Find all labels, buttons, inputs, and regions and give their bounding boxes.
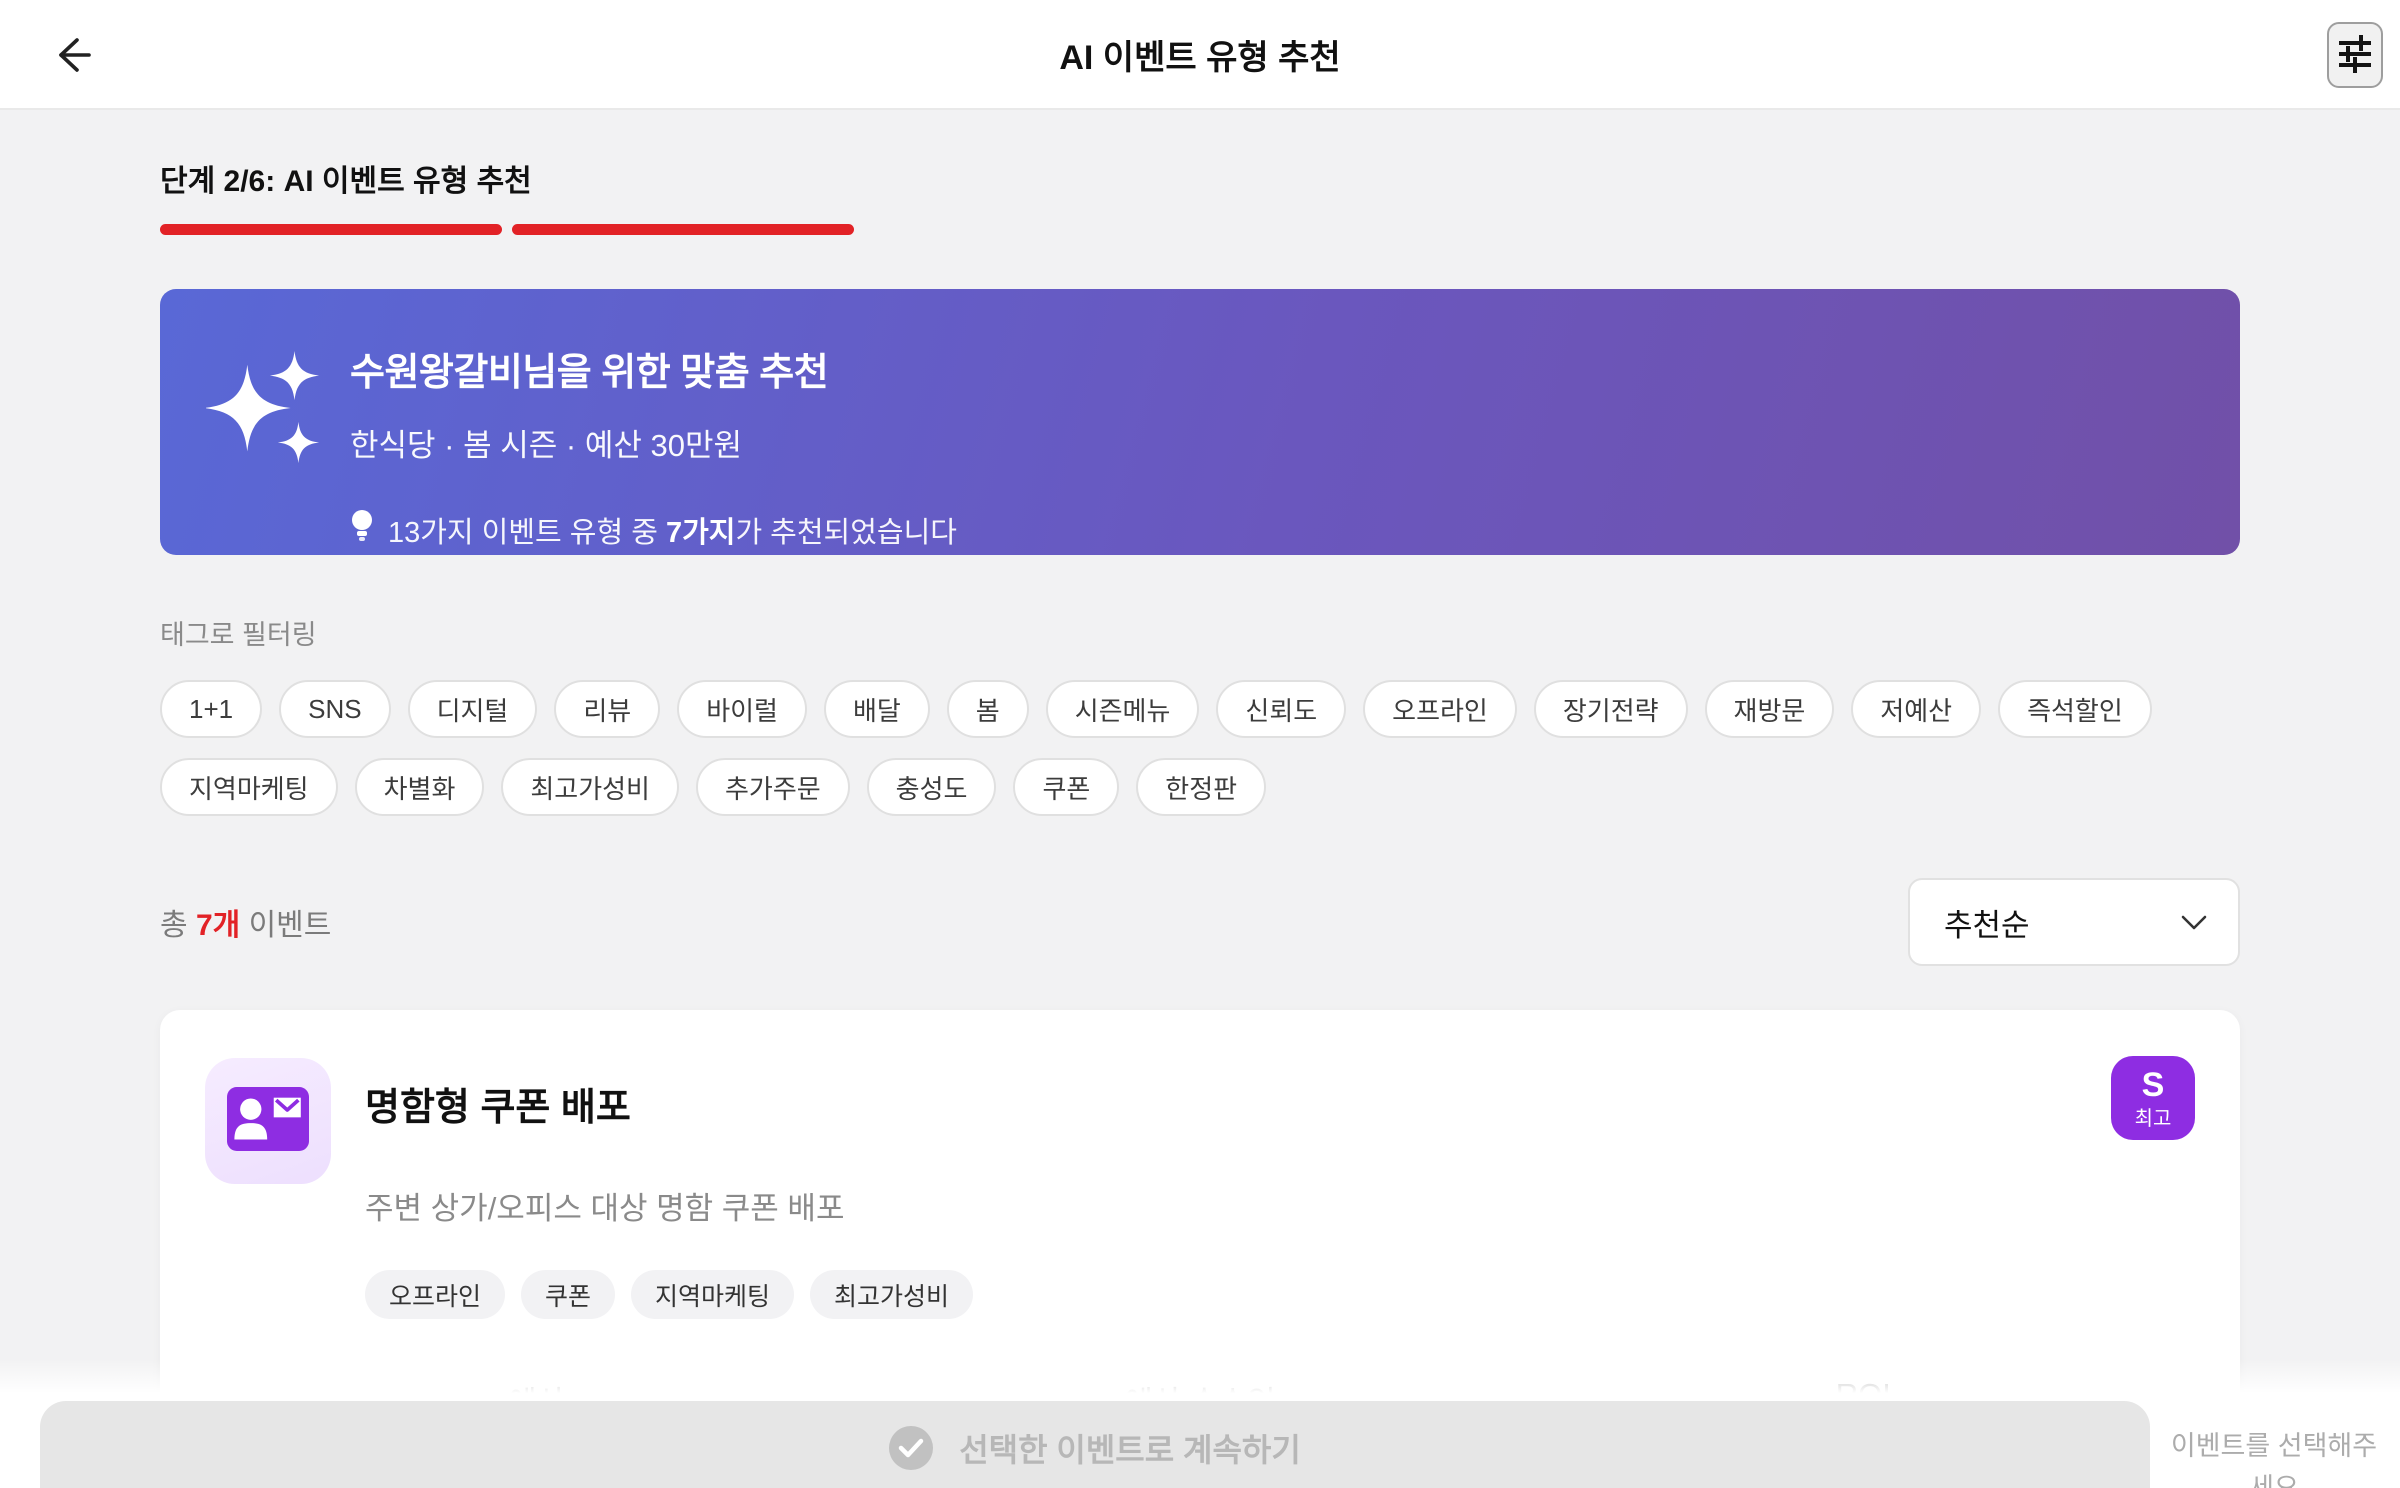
tag-filter-chip[interactable]: 쿠폰 bbox=[1013, 758, 1120, 816]
tag-filter-chip[interactable]: 1+1 bbox=[160, 680, 263, 738]
back-button[interactable] bbox=[44, 28, 100, 84]
tag-filter-list: 1+1 SNS 디지털 리뷰 바이럴 배달 봄 시즌메뉴 신뢰도 오프라인 장기전략 재방문 저예산 즉석… bbox=[160, 680, 2240, 816]
tag-filter-chip[interactable]: 차별화 bbox=[354, 758, 485, 816]
grade-label: 최고 bbox=[2134, 1107, 2172, 1130]
event-card-text: 명함형 쿠폰 배포 주변 상가/오피스 대상 명함 쿠폰 배포 오프라인 쿠폰 지역… bbox=[365, 1058, 974, 1319]
continue-button-label: 선택한 이벤트로 계속하기 bbox=[959, 1432, 1301, 1468]
progress-bar bbox=[160, 224, 854, 235]
tag-filter-chip[interactable]: 배달 bbox=[823, 680, 930, 738]
tag-filter-chip[interactable]: SNS bbox=[279, 680, 391, 738]
event-title: 명함형 쿠폰 배포 bbox=[365, 1087, 631, 1129]
progress-segment bbox=[512, 224, 854, 235]
sort-dropdown-value: 추천순 bbox=[1944, 907, 2030, 943]
filter-settings-button[interactable] bbox=[2327, 22, 2383, 88]
tag-filter-chip[interactable]: 저예산 bbox=[1851, 680, 1982, 738]
tag-filter-chip[interactable]: 봄 bbox=[946, 680, 1029, 738]
tag-filter-chip[interactable]: 충성도 bbox=[866, 758, 997, 816]
continue-button[interactable]: 선택한 이벤트로 계속하기 bbox=[40, 1401, 2150, 1488]
tag-filter-label: 태그로 필터링 bbox=[160, 620, 317, 650]
results-count: 총 7개 이벤트 bbox=[160, 909, 332, 942]
banner-title: 수원왕갈비님을 위한 맞춤 추천 bbox=[350, 352, 829, 394]
sparkles-icon bbox=[204, 349, 324, 555]
select-event-hint: 이벤트를 선택해주 세요 bbox=[2170, 1431, 2378, 1488]
chevron-down-icon bbox=[2180, 904, 2208, 940]
event-tag: 지역마케팅 bbox=[631, 1270, 795, 1319]
ai-recommendation-banner: 수원왕갈비님을 위한 맞춤 추천 한식당 · 봄 시즌 · 예산 30만원 13… bbox=[160, 289, 2240, 555]
event-card-head: 명함형 쿠폰 배포 주변 상가/오피스 대상 명함 쿠폰 배포 오프라인 쿠폰 지역… bbox=[205, 1058, 2195, 1319]
lightbulb-icon bbox=[350, 509, 374, 551]
grade-letter: S bbox=[2141, 1065, 2165, 1104]
event-tag: 최고가성비 bbox=[810, 1270, 974, 1319]
arrow-left-icon bbox=[49, 32, 95, 81]
tag-filter-chip[interactable]: 시즌메뉴 bbox=[1045, 680, 1200, 738]
results-row: 총 7개 이벤트 추천순 bbox=[160, 878, 2240, 966]
results-count-number: 7개 bbox=[195, 909, 241, 942]
tag-filter-chip[interactable]: 디지털 bbox=[407, 680, 538, 738]
tag-filter-chip[interactable]: 즉석할인 bbox=[1998, 680, 2152, 738]
main-content: 단계 2/6: AI 이벤트 유형 추천 수원왕갈비님을 위한 맞춤 추천 한식… bbox=[0, 156, 2400, 1488]
check-circle-icon bbox=[889, 1426, 934, 1470]
tag-filter-chip[interactable]: 최고가성비 bbox=[501, 758, 679, 816]
tag-filter-chip[interactable]: 장기전략 bbox=[1533, 680, 1688, 738]
event-tag: 쿠폰 bbox=[521, 1270, 616, 1319]
sort-dropdown[interactable]: 추천순 bbox=[1908, 878, 2240, 966]
event-tag: 오프라인 bbox=[365, 1270, 506, 1319]
tag-filter-chip[interactable]: 재방문 bbox=[1704, 680, 1835, 738]
continue-button-inner: 선택한 이벤트로 계속하기 bbox=[889, 1425, 1301, 1471]
contact-card-icon bbox=[227, 1086, 309, 1156]
header: AI 이벤트 유형 추천 bbox=[0, 0, 2400, 110]
tune-sliders-icon bbox=[2338, 34, 2372, 77]
tag-filter-chip[interactable]: 바이럴 bbox=[677, 680, 807, 738]
footer-bar: 선택한 이벤트로 계속하기 이벤트를 선택해주 세요 bbox=[0, 1359, 2400, 1488]
tag-filter-chip[interactable]: 신뢰도 bbox=[1216, 680, 1347, 738]
step-label: 단계 2/6: AI 이벤트 유형 추천 bbox=[160, 165, 532, 198]
recommended-count: 7가지 bbox=[665, 517, 736, 549]
banner-body: 수원왕갈비님을 위한 맞춤 추천 한식당 · 봄 시즌 · 예산 30만원 13… bbox=[350, 341, 957, 555]
banner-subtitle: 한식당 · 봄 시즌 · 예산 30만원 bbox=[350, 428, 743, 463]
event-tag-list: 오프라인 쿠폰 지역마케팅 최고가성비 bbox=[365, 1270, 974, 1319]
tag-filter-chip[interactable]: 오프라인 bbox=[1363, 680, 1517, 738]
banner-info-text: 13가지 이벤트 유형 중 7가지가 추천되었습니다 bbox=[388, 517, 957, 549]
tag-filter-chip[interactable]: 추가주문 bbox=[695, 758, 850, 816]
banner-info: 13가지 이벤트 유형 중 7가지가 추천되었습니다 bbox=[350, 509, 957, 551]
progress-segment bbox=[160, 224, 502, 235]
event-icon-container bbox=[205, 1058, 331, 1184]
event-description: 주변 상가/오피스 대상 명함 쿠폰 배포 bbox=[365, 1191, 845, 1226]
tag-filter-chip[interactable]: 리뷰 bbox=[554, 680, 661, 738]
tag-filter-chip[interactable]: 한정판 bbox=[1136, 758, 1267, 816]
grade-badge: S 최고 bbox=[2111, 1056, 2195, 1140]
tag-filter-chip[interactable]: 지역마케팅 bbox=[160, 758, 338, 816]
page-title: AI 이벤트 유형 추천 bbox=[1059, 38, 1341, 77]
